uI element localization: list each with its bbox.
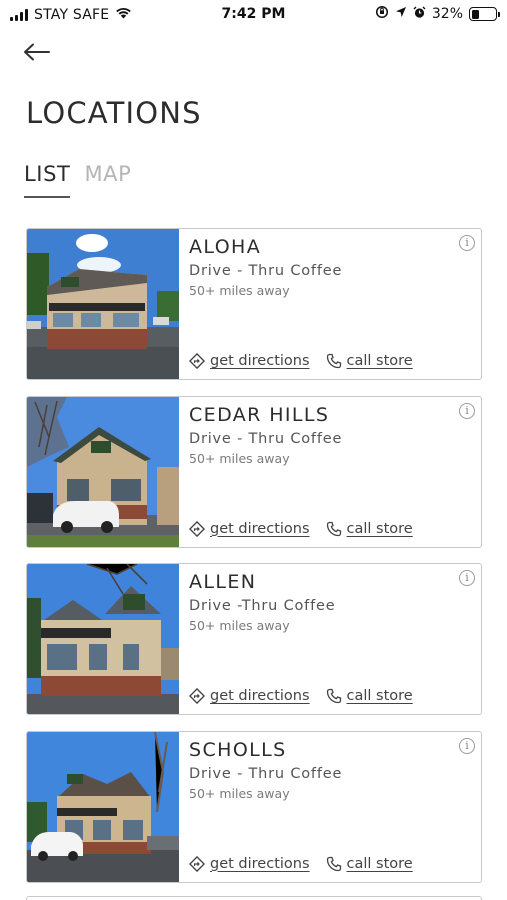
phone-icon [326, 856, 341, 871]
locations-list: ALOHA Drive - Thru Coffee 50+ miles away… [26, 228, 482, 898]
location-name: SCHOLLS [189, 738, 287, 761]
battery-fill [471, 9, 479, 19]
call-store-label: call store [346, 353, 413, 369]
location-type: Drive - Thru Coffee [189, 430, 343, 447]
info-icon[interactable]: i [459, 402, 475, 419]
call-store-label: call store [346, 688, 413, 704]
store-photo-cedar-hills [27, 396, 179, 547]
call-store-link[interactable]: call store [326, 856, 413, 872]
get-directions-link[interactable]: get directions [189, 855, 310, 872]
location-name: ALOHA [189, 236, 262, 258]
get-directions-label: get directions [210, 353, 310, 369]
info-icon[interactable]: i [459, 235, 475, 251]
location-type: Drive - Thru Coffee [189, 765, 343, 782]
page-title: LOCATIONS [26, 96, 202, 130]
get-directions-label: get directions [210, 520, 310, 537]
location-name: CEDAR HILLS [189, 403, 330, 426]
location-distance: 50+ miles away [189, 618, 290, 633]
card-actions: get directions call store [189, 855, 413, 872]
location-name: ALLEN [189, 571, 257, 593]
arrow-left-icon [24, 43, 50, 61]
location-type: Drive - Thru Coffee [189, 263, 343, 279]
call-store-label: call store [346, 520, 413, 537]
view-tabs: LIST MAP [24, 162, 131, 198]
location-distance: 50+ miles away [189, 785, 290, 801]
info-icon[interactable]: i [459, 570, 475, 586]
phone-icon [326, 353, 341, 369]
info-icon[interactable]: i [459, 737, 475, 754]
card-actions: get directions call store [189, 353, 413, 369]
store-photo-aloha [27, 229, 179, 379]
location-card-scholls[interactable]: SCHOLLS Drive - Thru Coffee 50+ miles aw… [26, 730, 482, 883]
battery-icon [469, 7, 500, 21]
battery-percent: 32% [431, 6, 463, 22]
status-bar: STAY SAFE 7:42 PM 32% [0, 0, 507, 30]
get-directions-label: get directions [210, 855, 310, 872]
phone-icon [326, 521, 341, 536]
directions-icon [189, 520, 205, 537]
directions-icon [189, 688, 205, 704]
location-card-cedar-hills[interactable]: CEDAR HILLS Drive - Thru Coffee 50+ mile… [26, 395, 482, 548]
orientation-lock-icon [375, 5, 389, 23]
location-arrow-icon [395, 6, 407, 22]
call-store-link[interactable]: call store [326, 688, 413, 704]
get-directions-link[interactable]: get directions [189, 688, 310, 704]
call-store-link[interactable]: call store [326, 353, 413, 369]
location-type: Drive -Thru Coffee [189, 598, 336, 614]
call-store-link[interactable]: call store [326, 521, 413, 537]
store-photo-allen [27, 564, 179, 714]
directions-icon [189, 353, 205, 369]
directions-icon [189, 855, 205, 872]
card-actions: get directions call store [189, 688, 413, 704]
tab-map[interactable]: MAP [84, 162, 131, 198]
location-card-aloha[interactable]: ALOHA Drive - Thru Coffee 50+ miles away… [26, 228, 482, 380]
get-directions-label: get directions [210, 688, 310, 704]
location-distance: 50+ miles away [189, 450, 290, 466]
back-button[interactable] [22, 40, 52, 64]
card-actions: get directions call store [189, 520, 413, 537]
status-right: 32% [375, 5, 500, 23]
get-directions-link[interactable]: get directions [189, 520, 310, 537]
get-directions-link[interactable]: get directions [189, 353, 310, 369]
location-card-allen[interactable]: ALLEN Drive -Thru Coffee 50+ miles away … [26, 563, 482, 715]
alarm-icon [413, 6, 426, 23]
next-location-card-edge [26, 896, 482, 900]
store-photo-scholls [27, 731, 179, 882]
tab-list[interactable]: LIST [24, 162, 71, 198]
phone-icon [326, 688, 341, 704]
location-distance: 50+ miles away [189, 283, 290, 298]
call-store-label: call store [346, 855, 413, 872]
